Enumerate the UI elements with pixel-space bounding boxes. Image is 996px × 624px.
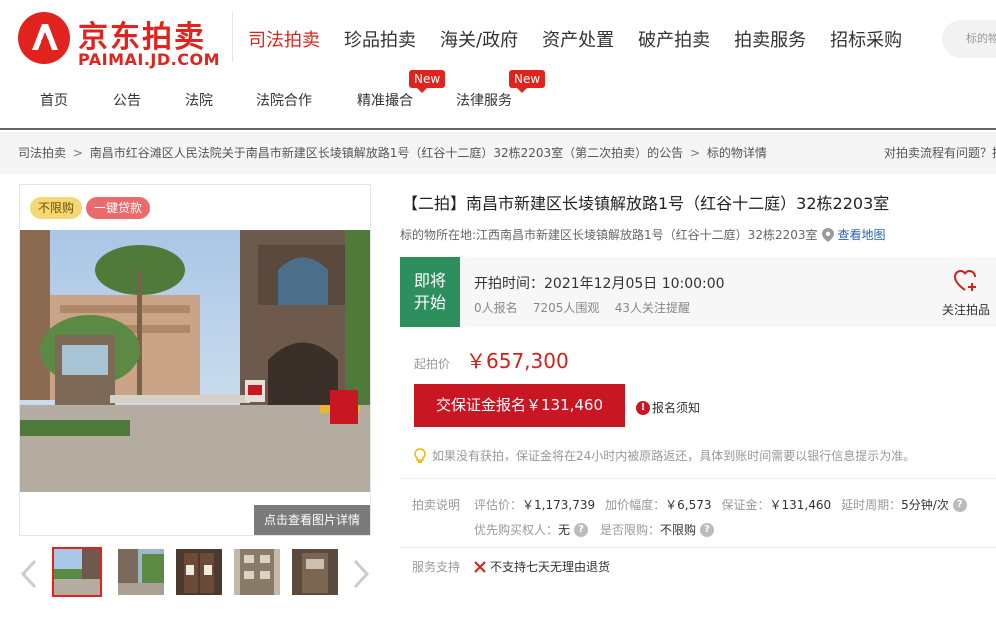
increment-label: 加价幅度： xyxy=(605,498,666,512)
question-icon[interactable]: ? xyxy=(574,522,589,537)
main-nav: 司法拍卖 珍品拍卖 海关/政府 资产处置 破产拍卖 拍卖服务 招标采购 xyxy=(236,26,914,56)
thumbnail[interactable] xyxy=(290,547,340,597)
registration-notice-label: 报名须知 xyxy=(652,401,701,415)
logo-mark-icon xyxy=(18,12,70,64)
thumbnail[interactable] xyxy=(52,547,102,597)
nav-item-customs[interactable]: 海关/政府 xyxy=(428,26,530,56)
delay-period-value: 5分钟/次 xyxy=(901,498,949,512)
nav-item-bankruptcy[interactable]: 破产拍卖 xyxy=(626,26,722,56)
thumbnail[interactable] xyxy=(116,547,166,597)
logo-text-en: PAIMAI.JD.COM xyxy=(78,50,221,69)
increment-value: ￥6,573 xyxy=(665,498,712,512)
follow-button[interactable]: 关注拍品 xyxy=(936,269,996,318)
divider xyxy=(400,547,996,548)
deposit-label: 保证金： xyxy=(721,498,770,512)
new-badge: New xyxy=(409,70,446,93)
delay-period-label: 延时周期： xyxy=(841,498,902,512)
nav-item-judicial[interactable]: 司法拍卖 xyxy=(236,26,332,56)
alert-icon: ! xyxy=(636,400,650,415)
lightbulb-icon xyxy=(414,447,426,463)
main-photo[interactable] xyxy=(20,230,370,492)
refund-tip: 如果没有获拍，保证金将在24小时内被原路返还，具体到账时间需要以银行信息提示为准… xyxy=(414,447,915,464)
loan-tag[interactable]: 一键贷款 xyxy=(86,197,151,219)
purchase-limit-label: 是否限购： xyxy=(600,523,661,537)
auction-info-row: 拍卖说明 评估价： ￥1,173,739 加价幅度： ￥6,573 保证金： ￥… xyxy=(412,496,967,513)
close-icon xyxy=(474,560,486,573)
nav-item-services[interactable]: 拍卖服务 xyxy=(722,26,818,56)
starting-price-value: ￥657,300 xyxy=(466,349,569,373)
auction-info-row: 优先购买权人： 无 ? 是否限购： 不限购 ? xyxy=(474,521,715,538)
status-badge: 即将 开始 xyxy=(400,257,460,327)
next-arrow-icon[interactable] xyxy=(351,559,371,589)
new-badge: New xyxy=(509,70,546,93)
priority-buyer-value: 无 xyxy=(558,523,571,537)
follow-label: 关注拍品 xyxy=(941,303,990,317)
site-logo[interactable]: 京东拍卖 PAIMAI.JD.COM xyxy=(18,12,221,69)
lot-title: 【二拍】南昌市新建区长堎镇解放路1号（红谷十二庭）32栋2203室 xyxy=(402,194,890,213)
heart-plus-icon xyxy=(953,269,976,291)
service-label: 服务支持 xyxy=(412,560,461,574)
photo-gallery: 不限购 一键贷款 点击查看图片详情 xyxy=(19,184,371,536)
sub-nav-notices[interactable]: 公告 xyxy=(113,90,141,110)
nav-item-assets[interactable]: 资产处置 xyxy=(530,26,626,56)
start-time: 开拍时间：2021年12月05日 10:00:00 xyxy=(474,276,725,292)
breadcrumb-current: 标的物详情 xyxy=(706,146,767,160)
sub-nav-matching-label: 精准撮合 xyxy=(357,93,413,109)
sub-nav-legal[interactable]: 法律服务 New xyxy=(456,70,546,110)
sub-nav-matching[interactable]: 精准撮合 New xyxy=(357,70,446,110)
sub-nav-legal-label: 法律服务 xyxy=(456,93,512,109)
participation-counts: 0人报名 7205人围观 43人关注提醒 xyxy=(474,301,690,315)
sub-nav-courts[interactable]: 法院 xyxy=(185,90,213,110)
thumbnail[interactable] xyxy=(174,547,224,597)
prev-arrow-icon[interactable] xyxy=(19,559,39,589)
appraisal-value: ￥1,173,739 xyxy=(522,498,596,512)
search-input[interactable]: 标的物 xyxy=(942,20,996,58)
auction-help-link[interactable]: 对拍卖流程有问题？拍 xyxy=(884,132,996,174)
breadcrumb: 司法拍卖 > 南昌市红谷滩区人民法院关于南昌市新建区长堎镇解放路1号（红谷十二庭… xyxy=(0,132,996,174)
appraisal-label: 评估价： xyxy=(474,498,523,512)
question-icon[interactable]: ? xyxy=(700,522,715,537)
sub-nav: 首页 公告 法院 法院合作 精准撮合 New 法律服务 New xyxy=(0,70,996,114)
auction-status-panel: 即将 开始 开拍时间：2021年12月05日 10:00:00 0人报名 720… xyxy=(400,257,996,327)
service-support: 服务支持 不支持七天无理由退货 xyxy=(412,558,610,575)
nav-item-tender[interactable]: 招标采购 xyxy=(818,26,914,56)
thumbnail-strip xyxy=(19,545,371,601)
view-photo-details-button[interactable]: 点击查看图片详情 xyxy=(254,505,370,535)
pay-deposit-register-button[interactable]: 交保证金报名￥131,460 xyxy=(414,384,625,427)
sub-nav-home[interactable]: 首页 xyxy=(40,90,68,110)
registration-notice-link[interactable]: ! 报名须知 xyxy=(636,399,700,416)
nav-item-treasure[interactable]: 珍品拍卖 xyxy=(332,26,428,56)
breadcrumb-separator: > xyxy=(690,146,701,160)
sub-nav-court-coop[interactable]: 法院合作 xyxy=(256,90,312,110)
question-icon[interactable]: ? xyxy=(952,497,967,512)
refund-tip-text: 如果没有获拍，保证金将在24小时内被原路返还，具体到账时间需要以银行信息提示为准… xyxy=(432,449,916,463)
location-value: 江西南昌市新建区长堎镇解放路1号（红谷十二庭）32栋2203室 xyxy=(476,228,818,242)
thumbnail[interactable] xyxy=(232,547,282,597)
purchase-limit-value: 不限购 xyxy=(660,523,697,537)
deposit-value: ￥131,460 xyxy=(769,498,832,512)
location-label: 标的物所在地: xyxy=(400,228,477,242)
site-header: 京东拍卖 PAIMAI.JD.COM 司法拍卖 珍品拍卖 海关/政府 资产处置 … xyxy=(0,0,996,130)
tag-row: 不限购 一键贷款 xyxy=(30,197,151,219)
unlimited-purchase-tag: 不限购 xyxy=(30,197,83,219)
logo-divider xyxy=(232,12,233,62)
breadcrumb-judicial[interactable]: 司法拍卖 xyxy=(18,146,66,160)
starting-price-label: 起拍价 xyxy=(414,357,451,371)
view-map-link[interactable]: 查看地图 xyxy=(838,226,886,243)
lot-location: 标的物所在地: 江西南昌市新建区长堎镇解放路1号（红谷十二庭）32栋2203室 … xyxy=(400,226,886,243)
breadcrumb-separator: > xyxy=(72,146,83,160)
service-value: 不支持七天无理由退货 xyxy=(490,560,611,574)
status-line-2: 开始 xyxy=(413,293,446,312)
priority-buyer-label: 优先购买权人： xyxy=(474,523,559,537)
auction-info-label: 拍卖说明 xyxy=(412,498,461,512)
price-panel: 起拍价 ￥657,300 交保证金报名￥131,460 ! 报名须知 如果没有获… xyxy=(400,327,996,479)
breadcrumb-announcement[interactable]: 南昌市红谷滩区人民法院关于南昌市新建区长堎镇解放路1号（红谷十二庭）32栋220… xyxy=(90,146,683,160)
status-line-1: 即将 xyxy=(413,271,446,290)
map-pin-icon xyxy=(821,227,834,242)
